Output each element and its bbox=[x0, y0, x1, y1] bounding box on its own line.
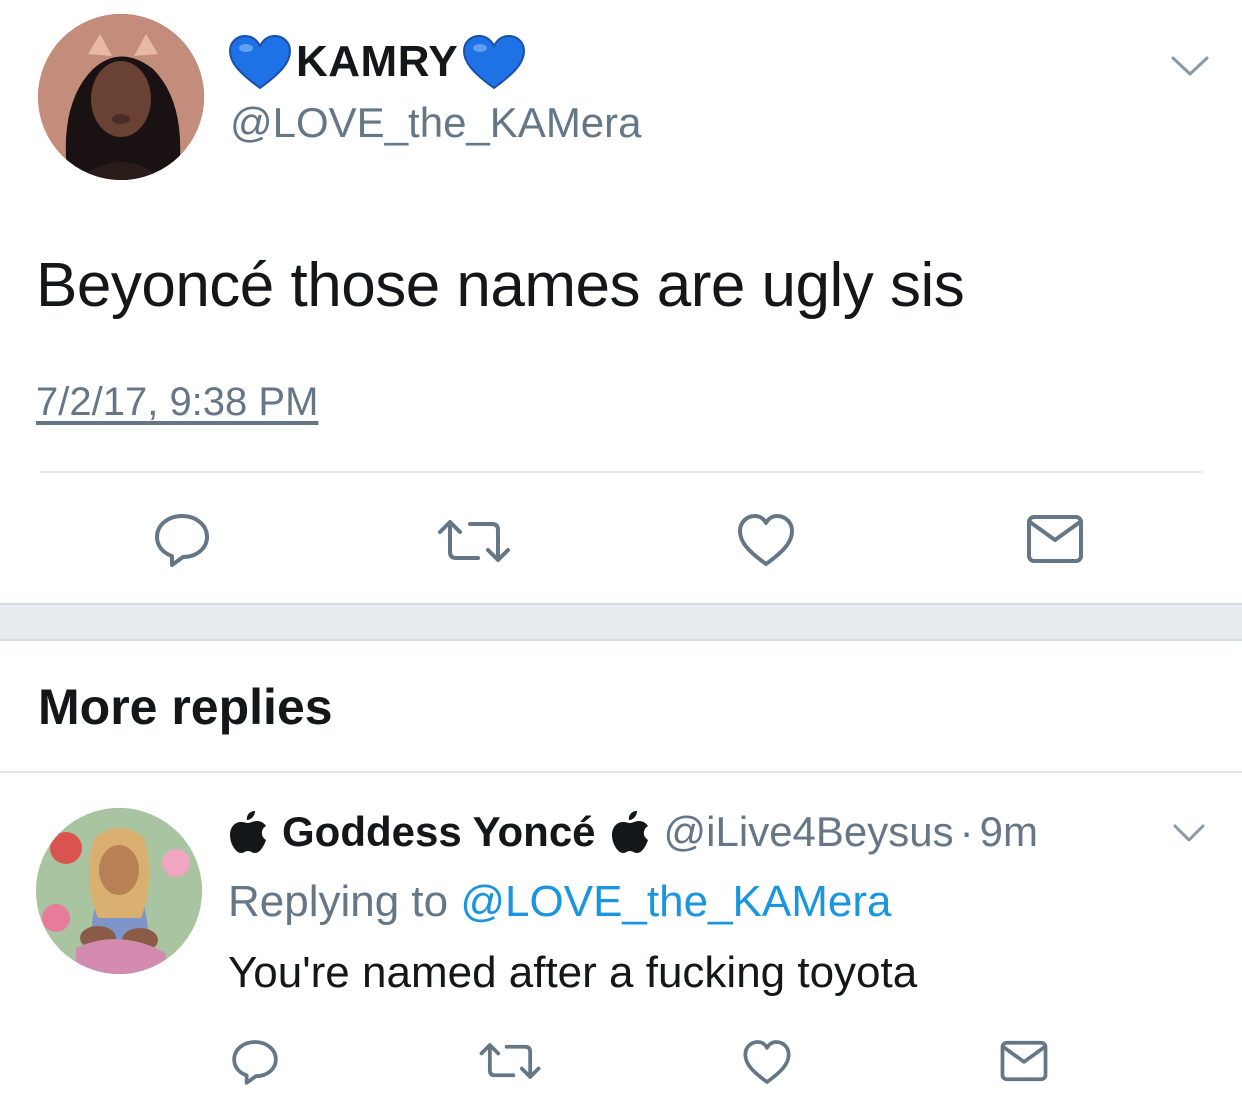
retweet-icon[interactable] bbox=[478, 1040, 542, 1082]
blue-heart-icon bbox=[228, 34, 292, 90]
direct-message-icon[interactable] bbox=[1026, 514, 1084, 564]
like-icon[interactable] bbox=[736, 512, 796, 568]
replying-to-line: Replying to @LOVE_the_KAMera bbox=[228, 874, 891, 930]
divider bbox=[0, 771, 1242, 773]
reply-header-row[interactable]: Goddess Yoncé @iLive4Beysus · 9m bbox=[228, 804, 1038, 860]
reply-icon[interactable] bbox=[230, 1038, 280, 1086]
chevron-down-icon[interactable] bbox=[1172, 822, 1206, 844]
author-handle[interactable]: @LOVE_the_KAMera bbox=[230, 98, 642, 148]
reply-author-avatar[interactable] bbox=[36, 808, 202, 974]
chevron-down-icon[interactable] bbox=[1170, 54, 1210, 78]
divider bbox=[40, 471, 1202, 473]
replying-to-label: Replying to bbox=[228, 877, 449, 926]
author-name-row[interactable]: KAMRY bbox=[228, 32, 526, 92]
author-avatar[interactable] bbox=[38, 14, 204, 180]
direct-message-icon[interactable] bbox=[1000, 1040, 1048, 1082]
retweet-icon[interactable] bbox=[436, 516, 512, 566]
apple-logo-icon bbox=[611, 811, 648, 853]
author-display-name: KAMRY bbox=[296, 37, 459, 86]
section-separator bbox=[0, 603, 1242, 641]
reply-time-ago: 9m bbox=[979, 808, 1039, 855]
tweet-text: Beyoncé those names are ugly sis bbox=[36, 251, 965, 320]
more-replies-heading: More replies bbox=[38, 679, 333, 735]
tweet-timestamp[interactable]: 7/2/17, 9:38 PM bbox=[36, 376, 318, 428]
blue-heart-icon bbox=[463, 34, 526, 90]
reply-text: You're named after a fucking toyota bbox=[228, 948, 918, 997]
like-icon[interactable] bbox=[742, 1038, 792, 1086]
apple-logo-icon bbox=[230, 811, 266, 853]
reply-handle: @iLive4Beysus bbox=[663, 808, 954, 855]
replying-to-mention[interactable]: @LOVE_the_KAMera bbox=[460, 877, 891, 926]
reply-icon[interactable] bbox=[152, 512, 212, 568]
reply-display-name: Goddess Yoncé bbox=[282, 808, 596, 855]
meta-separator: · bbox=[959, 808, 974, 855]
